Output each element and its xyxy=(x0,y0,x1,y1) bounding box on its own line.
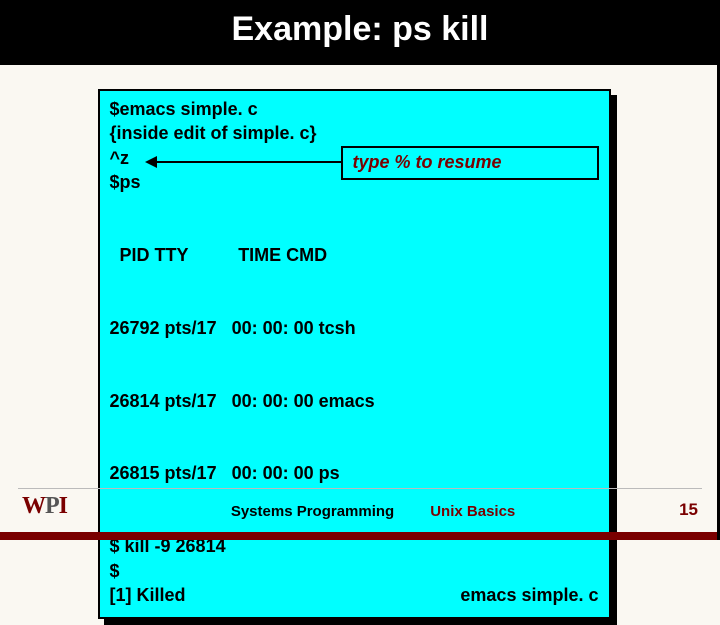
term-line: $emacs simple. c xyxy=(110,97,599,121)
killed-left: [1] Killed xyxy=(110,583,186,607)
logo-w: W xyxy=(22,493,45,520)
slide-title: Example: ps kill xyxy=(0,10,720,49)
ps-row: 26792 pts/17 00: 00: 00 tcsh xyxy=(110,316,599,340)
title-bar: Example: ps kill xyxy=(0,0,720,65)
killed-right: emacs simple. c xyxy=(460,583,598,607)
content-area: $emacs simple. c {inside edit of simple.… xyxy=(0,65,720,625)
ps-row: 26814 pts/17 00: 00: 00 emacs xyxy=(110,389,599,413)
logo-i: I xyxy=(59,493,67,520)
annotation-callout: type % to resume xyxy=(341,146,599,180)
page-number: 15 xyxy=(679,500,698,520)
terminal-shadow: $emacs simple. c {inside edit of simple.… xyxy=(104,95,617,625)
logo-p: P xyxy=(45,493,59,520)
ps-header: PID TTY TIME CMD xyxy=(110,243,599,267)
footer-center: Systems Programming Unix Basics xyxy=(67,503,679,520)
wpi-logo: WPI xyxy=(22,493,67,520)
footer-rule xyxy=(18,488,702,489)
footer-course: Systems Programming xyxy=(231,503,394,520)
footer-topic: Unix Basics xyxy=(430,503,515,520)
term-line: $ xyxy=(110,559,599,583)
footer: WPI Systems Programming Unix Basics 15 xyxy=(0,482,720,540)
killed-line: [1] Killed emacs simple. c xyxy=(110,583,599,607)
term-line: {inside edit of simple. c} xyxy=(110,121,599,145)
